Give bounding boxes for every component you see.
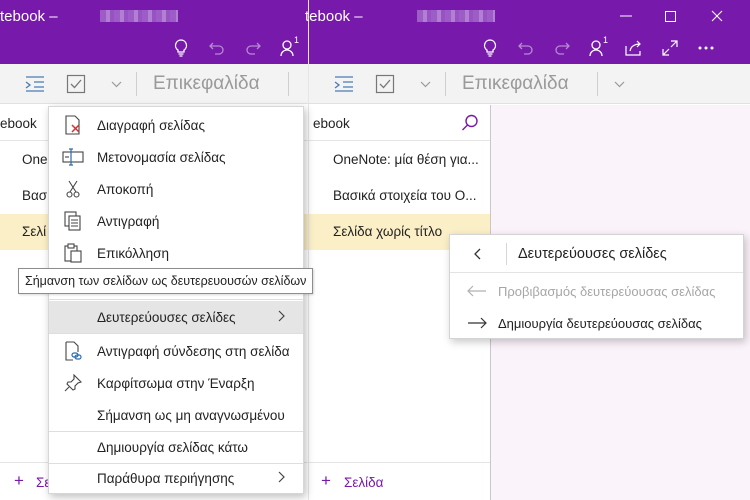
header-divider <box>506 243 507 265</box>
add-page-bar: + Σελίδα <box>309 462 490 500</box>
page-item[interactable]: OneNote: μία θέση για... <box>309 142 490 178</box>
notification-badge: 1 <box>603 35 609 45</box>
maximize-icon[interactable] <box>658 4 682 28</box>
chevron-down-icon[interactable] <box>614 81 625 88</box>
menu-item-copy-link[interactable]: Αντιγραφή σύνδεσης στη σελίδα <box>49 335 303 367</box>
menu-item-rename-page[interactable]: Μετονομασία σελίδας <box>49 141 303 173</box>
ribbon: Επικεφαλίδα <box>0 64 308 104</box>
checkbox-tag-icon[interactable] <box>375 74 395 94</box>
heading-style-box[interactable]: Επικεφαλίδα <box>153 73 260 95</box>
lightbulb-icon[interactable] <box>478 36 502 60</box>
copy-icon <box>49 211 97 231</box>
menu-separator <box>49 333 303 334</box>
back-chevron-icon[interactable] <box>474 248 481 260</box>
toolbar: 1 <box>309 32 750 64</box>
share-icon[interactable] <box>622 36 646 60</box>
menu-separator <box>49 299 303 300</box>
window-title: tebook – <box>305 8 363 25</box>
chevron-down-icon[interactable] <box>420 81 431 88</box>
redo-icon[interactable] <box>241 36 265 60</box>
title-bar: tebook – <box>0 0 308 32</box>
redo-icon[interactable] <box>550 36 574 60</box>
close-icon[interactable] <box>705 4 729 28</box>
page-item[interactable]: Βασικά στοιχεία του O... <box>309 178 490 214</box>
arrow-right-icon <box>467 317 487 329</box>
lightbulb-icon[interactable] <box>169 36 193 60</box>
search-icon[interactable] <box>461 114 479 132</box>
menu-item-copy[interactable]: Αντιγραφή <box>49 205 303 237</box>
toolbar: 1 <box>0 32 308 64</box>
flyout-header: Δευτερεύουσες σελίδες <box>450 235 743 273</box>
add-page-label[interactable]: Σελίδα <box>344 475 383 490</box>
ribbon-divider <box>136 72 137 96</box>
menu-item-cut[interactable]: Αποκοπή <box>49 173 303 205</box>
fullscreen-icon[interactable] <box>658 36 682 60</box>
delete-page-icon <box>49 115 97 135</box>
ribbon-divider <box>445 72 446 96</box>
outdent-icon[interactable] <box>25 74 45 92</box>
section-label: ebook <box>0 116 37 131</box>
ribbon-divider <box>597 72 598 96</box>
outdent-icon[interactable] <box>334 74 354 92</box>
menu-item-subpages[interactable]: Δευτερεύουσες σελίδες <box>49 301 303 333</box>
flyout-title: Δευτερεύουσες σελίδες <box>518 246 667 262</box>
tooltip: Σήμανση των σελίδων ως δευτερευουσών σελ… <box>18 268 314 294</box>
menu-item-pin-to-start[interactable]: Καρφίτσωμα στην Έναρξη <box>49 367 303 399</box>
chevron-down-icon[interactable] <box>111 81 122 88</box>
undo-icon[interactable] <box>514 36 538 60</box>
menu-item-navigation-panes[interactable]: Παράθυρα περιήγησης <box>49 462 303 494</box>
notification-badge: 1 <box>294 35 300 45</box>
checkbox-tag-icon[interactable] <box>66 74 86 94</box>
more-options-icon[interactable] <box>694 36 718 60</box>
title-bar: tebook – <box>305 0 750 32</box>
promote-subpage-item[interactable]: Προβιβασμός δευτερεύουσας σελίδας <box>450 275 743 307</box>
copy-link-icon <box>49 341 97 361</box>
page-context-menu: Διαγραφή σελίδας Μετονομασία σελίδας Απο… <box>48 106 304 494</box>
pin-icon <box>49 374 97 392</box>
make-subpage-item[interactable]: Δημιουργία δευτερεύουσας σελίδας <box>450 307 743 339</box>
menu-item-delete-page[interactable]: Διαγραφή σελίδας <box>49 109 303 141</box>
subpages-flyout: Δευτερεύουσες σελίδες Προβιβασμός δευτερ… <box>449 234 744 339</box>
heading-style-box[interactable]: Επικεφαλίδα <box>462 73 569 95</box>
plus-icon[interactable]: + <box>321 471 331 491</box>
menu-item-paste[interactable]: Επικόλληση <box>49 237 303 269</box>
chevron-right-icon <box>278 471 285 483</box>
share-user-icon[interactable]: 1 <box>586 35 610 60</box>
ribbon: Επικεφαλίδα <box>309 64 750 104</box>
minimize-icon[interactable] <box>614 4 638 28</box>
section-header: ebook <box>309 105 490 141</box>
undo-icon[interactable] <box>205 36 229 60</box>
chevron-right-icon <box>278 310 285 322</box>
menu-item-mark-unread[interactable]: Σήμανση ως μη αναγνωσμένου <box>49 399 303 431</box>
paste-icon <box>49 243 97 263</box>
share-user-icon[interactable]: 1 <box>277 35 301 60</box>
menu-item-new-page-below[interactable]: Δημιουργία σελίδας κάτω <box>49 431 303 463</box>
section-label: ebook <box>313 116 350 131</box>
blurred-notebook-name <box>100 10 178 22</box>
window-title: tebook – <box>0 8 58 25</box>
arrow-left-icon <box>467 285 487 297</box>
scissors-icon <box>49 180 97 198</box>
ribbon-divider <box>288 72 289 96</box>
blurred-notebook-name <box>417 10 495 22</box>
rename-icon <box>49 148 97 166</box>
plus-icon[interactable]: + <box>14 471 24 491</box>
